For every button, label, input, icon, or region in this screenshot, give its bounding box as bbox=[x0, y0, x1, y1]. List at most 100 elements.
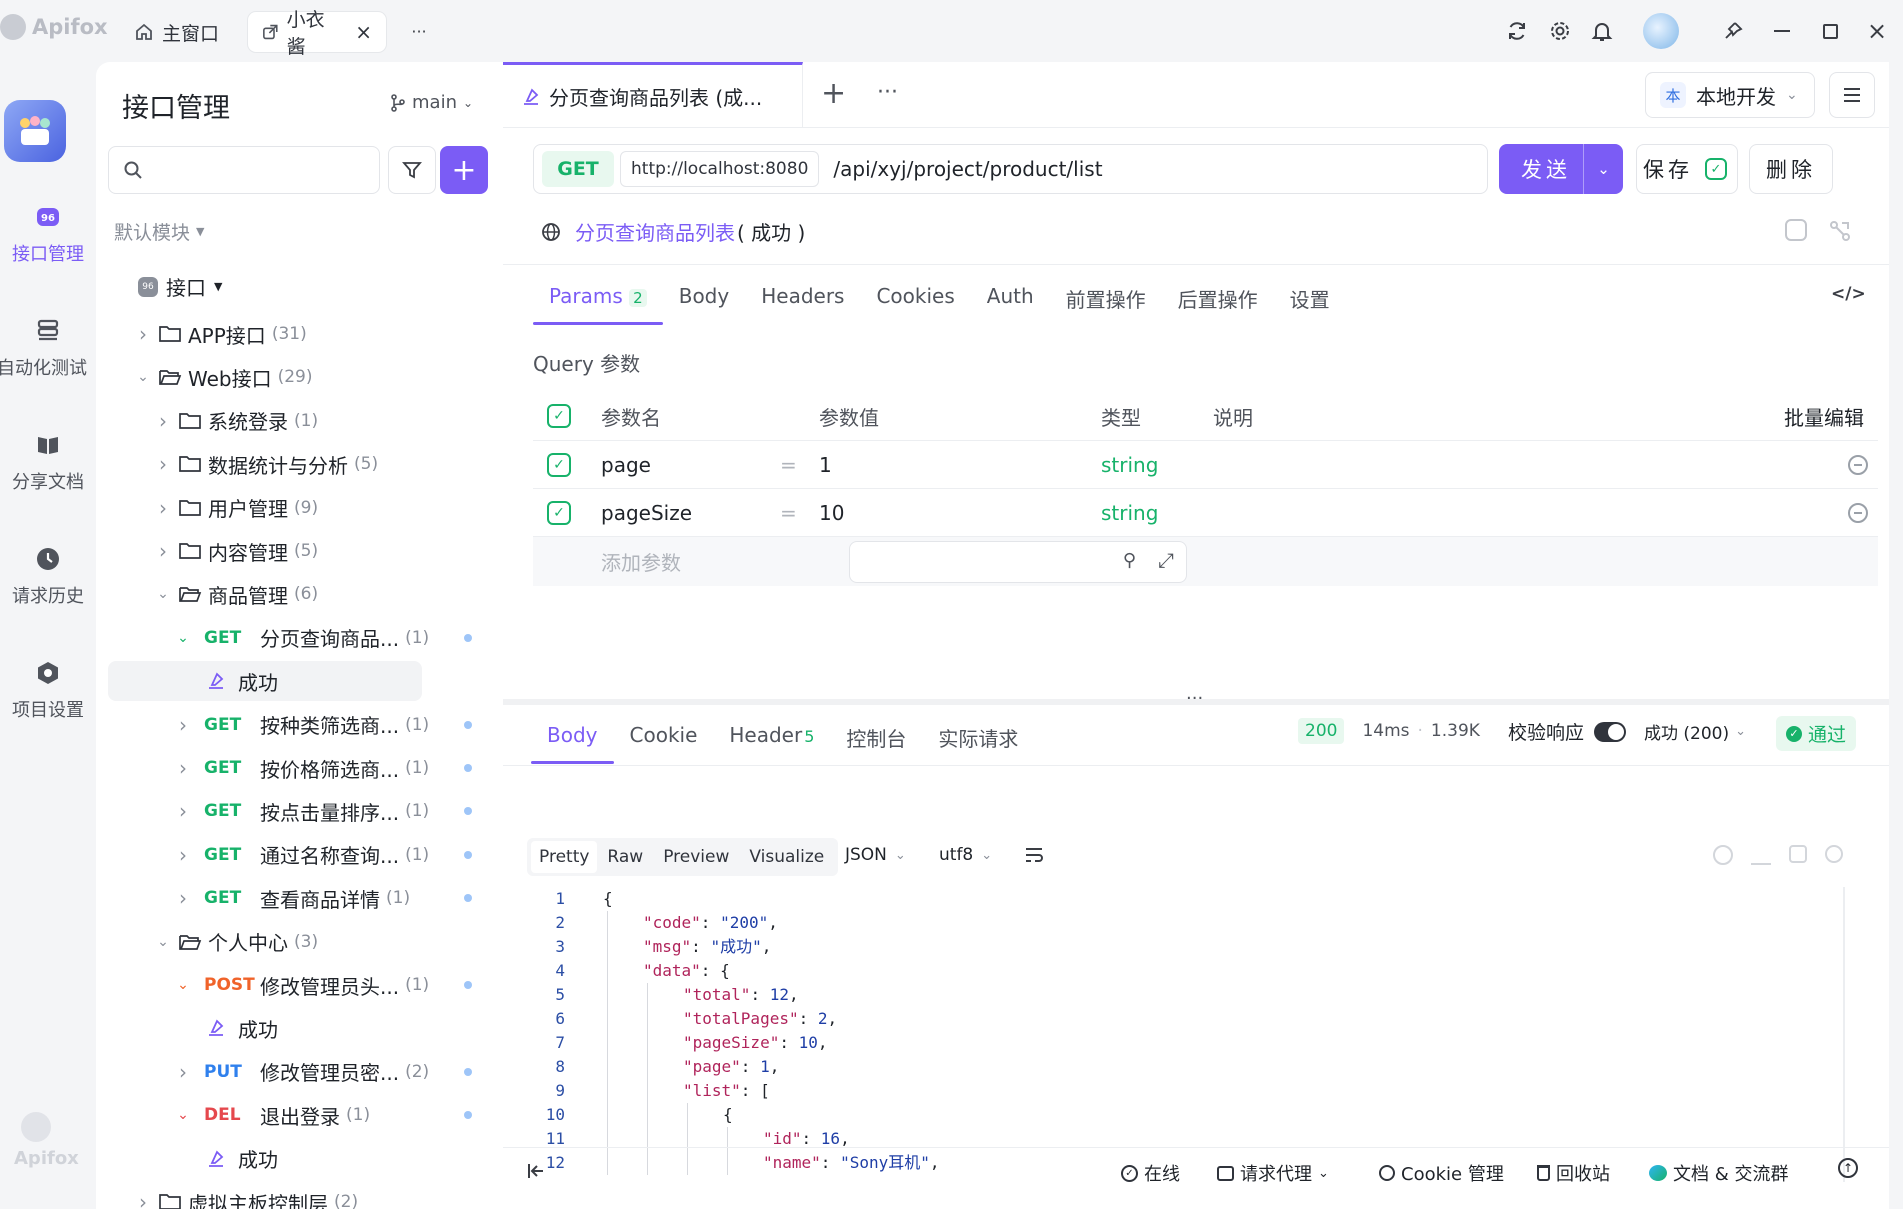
maximize-icon[interactable] bbox=[1813, 14, 1847, 48]
rail-project-settings[interactable]: 项目设置 bbox=[0, 658, 96, 722]
search-input[interactable] bbox=[108, 146, 380, 194]
request-proxy[interactable]: 请求代理 ⌄ bbox=[1217, 1160, 1329, 1186]
chevron-right-icon[interactable]: › bbox=[154, 452, 172, 476]
remove-param-icon[interactable] bbox=[1848, 502, 1868, 523]
docs-community[interactable]: 文档 & 交流群 bbox=[1649, 1160, 1788, 1186]
base-url[interactable]: http://localhost:8080 bbox=[620, 151, 820, 187]
format-raw[interactable]: Raw bbox=[597, 841, 653, 873]
format-pretty[interactable]: Pretty bbox=[531, 841, 598, 873]
tab-cookies[interactable]: Cookies bbox=[860, 284, 970, 325]
tree-folder[interactable]: › 系统登录 (1) bbox=[154, 401, 318, 441]
settings-gear-icon[interactable] bbox=[1543, 14, 1577, 48]
tab-body[interactable]: Body bbox=[663, 284, 746, 325]
chevron-down-icon[interactable]: ⌄ bbox=[154, 586, 172, 602]
tree-folder[interactable]: ⌄ Web接口 (29) bbox=[134, 357, 312, 397]
close-tab-icon[interactable]: × bbox=[355, 20, 372, 44]
menu-button[interactable] bbox=[1829, 72, 1875, 118]
more-tabs-icon[interactable]: ··· bbox=[877, 80, 898, 105]
format-preview[interactable]: Preview bbox=[653, 841, 739, 873]
chevron-right-icon[interactable]: › bbox=[174, 713, 192, 737]
chevron-right-icon[interactable]: › bbox=[154, 539, 172, 563]
code-scrollbar[interactable] bbox=[1843, 887, 1845, 1182]
tab-pre-processors[interactable]: 前置操作 bbox=[1050, 284, 1162, 325]
rail-request-history[interactable]: 请求历史 bbox=[0, 544, 96, 608]
resp-tab-actual-request[interactable]: 实际请求 bbox=[922, 723, 1034, 764]
tree-api-item[interactable]: › GET 按点击量排序... (1) bbox=[174, 791, 429, 831]
validate-toggle[interactable] bbox=[1594, 721, 1627, 742]
copy-doc-icon[interactable] bbox=[1785, 219, 1807, 241]
tree-folder[interactable]: › APP接口 (31) bbox=[134, 314, 307, 354]
param-type[interactable]: string bbox=[1101, 453, 1158, 477]
save-check-icon[interactable]: ✓ bbox=[1705, 158, 1727, 180]
cookie-manager[interactable]: Cookie 管理 bbox=[1379, 1160, 1504, 1186]
chevron-down-icon[interactable]: ⌄ bbox=[134, 369, 152, 385]
recycle-bin[interactable]: 回收站 bbox=[1537, 1160, 1610, 1186]
tree-api-item[interactable]: › GET 按价格筛选商... (1) bbox=[174, 748, 429, 788]
filter-button[interactable] bbox=[388, 146, 436, 194]
param-value[interactable]: 1 bbox=[819, 453, 832, 477]
chevron-right-icon[interactable]: › bbox=[134, 322, 152, 346]
send-button[interactable]: 发送 ⌄ bbox=[1499, 144, 1623, 194]
resp-tab-body[interactable]: Body bbox=[531, 723, 614, 764]
response-case-selector[interactable]: 成功 (200) ⌄ bbox=[1644, 719, 1746, 744]
close-window-icon[interactable]: × bbox=[1860, 14, 1894, 48]
branch-selector[interactable]: main ⌄ bbox=[390, 92, 473, 113]
code-snippet-icon[interactable]: </> bbox=[1831, 284, 1866, 304]
tab-auth[interactable]: Auth bbox=[971, 284, 1050, 325]
tree-folder[interactable]: › 数据统计与分析 (5) bbox=[154, 444, 378, 484]
window-tab-main[interactable]: 主窗口 bbox=[120, 12, 233, 52]
chevron-right-icon[interactable]: › bbox=[174, 886, 192, 910]
rail-share-docs[interactable]: 分享文档 bbox=[0, 430, 96, 494]
expand-icon[interactable]: ⤢ bbox=[1158, 548, 1174, 572]
chevron-right-icon[interactable]: › bbox=[134, 1190, 152, 1209]
magic-wand-icon[interactable]: ⚲ bbox=[1123, 550, 1136, 571]
resp-tab-header[interactable]: Header 5 bbox=[713, 723, 830, 764]
chevron-right-icon[interactable]: › bbox=[154, 409, 172, 433]
tree-folder[interactable]: › 内容管理 (5) bbox=[154, 531, 318, 571]
chevron-right-icon[interactable]: › bbox=[174, 756, 192, 780]
tree-api-item[interactable]: ⌄ POST 修改管理员头... (1) bbox=[174, 965, 429, 1005]
pin-icon[interactable] bbox=[1716, 14, 1750, 48]
remove-param-icon[interactable] bbox=[1848, 454, 1868, 475]
chevron-down-icon[interactable]: ⌄ bbox=[174, 977, 192, 993]
method-badge[interactable]: GET bbox=[542, 151, 614, 187]
project-icon[interactable] bbox=[4, 100, 66, 162]
resp-tab-cookie[interactable]: Cookie bbox=[614, 723, 714, 764]
format-visualize[interactable]: Visualize bbox=[739, 841, 834, 873]
splitter-handle-icon[interactable]: ··· bbox=[1186, 688, 1203, 709]
tree-case-item[interactable]: 成功 bbox=[206, 1008, 278, 1048]
path-input[interactable]: /api/xyj/project/product/list bbox=[833, 157, 1102, 181]
param-type[interactable]: string bbox=[1101, 501, 1158, 525]
chevron-down-icon[interactable]: ⌄ bbox=[154, 934, 172, 950]
tree-folder[interactable]: ⌄ 商品管理 (6) bbox=[154, 574, 318, 614]
upgrade-icon[interactable]: ↑ bbox=[1838, 1158, 1858, 1178]
save-button[interactable]: 保存 ✓ bbox=[1636, 144, 1738, 194]
refresh-icon[interactable] bbox=[1500, 14, 1534, 48]
more-windows-icon[interactable]: ··· bbox=[402, 14, 436, 48]
tree-api-item[interactable]: › GET 按种类筛选商... (1) bbox=[174, 705, 429, 745]
chevron-right-icon[interactable]: › bbox=[174, 799, 192, 823]
download-icon[interactable] bbox=[1751, 845, 1771, 865]
online-status[interactable]: ✓ 在线 bbox=[1121, 1160, 1180, 1186]
language-select[interactable]: JSON ⌄ bbox=[845, 845, 906, 865]
param-name[interactable]: pageSize bbox=[601, 501, 692, 525]
param-value-input[interactable]: ⚲ ⤢ bbox=[849, 541, 1187, 583]
select-all-checkbox[interactable]: ✓ bbox=[547, 404, 571, 428]
bulk-edit-link[interactable]: 批量编辑 bbox=[1784, 402, 1864, 431]
upload-icon[interactable] bbox=[1713, 845, 1733, 865]
resp-tab-console[interactable]: 控制台 bbox=[830, 723, 922, 764]
tree-api-item[interactable]: › GET 查看商品详情 (1) bbox=[174, 878, 410, 918]
tab-params[interactable]: Params 2 bbox=[533, 284, 663, 325]
tree-case-item[interactable]: 成功 bbox=[206, 1139, 278, 1179]
add-button[interactable]: + bbox=[440, 146, 488, 194]
request-name-link[interactable]: 分页查询商品列表 bbox=[575, 217, 735, 246]
tree-folder[interactable]: › 用户管理 (9) bbox=[154, 488, 318, 528]
api-root-node[interactable]: 96 接口 ▼ bbox=[138, 272, 222, 301]
tab-post-processors[interactable]: 后置操作 bbox=[1162, 284, 1274, 325]
send-dropdown-icon[interactable]: ⌄ bbox=[1583, 144, 1623, 194]
chevron-right-icon[interactable]: › bbox=[174, 843, 192, 867]
bell-icon[interactable] bbox=[1585, 14, 1619, 48]
param-checkbox[interactable]: ✓ bbox=[547, 452, 571, 477]
new-tab-plus-icon[interactable]: + bbox=[821, 76, 846, 111]
doc-tab-active[interactable]: 分页查询商品列表 (成... bbox=[503, 62, 803, 128]
